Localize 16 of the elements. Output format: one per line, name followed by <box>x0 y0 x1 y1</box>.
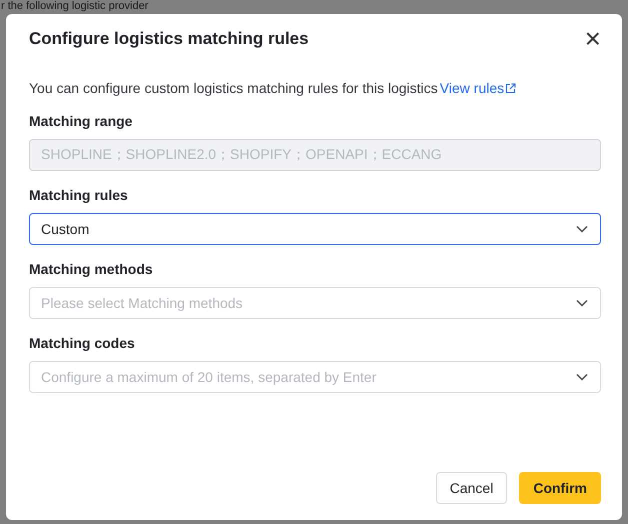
confirm-button[interactable]: Confirm <box>519 472 601 504</box>
external-link-icon <box>505 83 516 94</box>
field-label: Matching methods <box>29 261 154 277</box>
chevron-down-icon <box>576 299 588 307</box>
chevron-down-icon <box>576 225 588 233</box>
chevron-down-icon <box>576 373 588 381</box>
close-button[interactable]: × <box>584 29 601 49</box>
select-field[interactable]: Custom <box>29 213 601 245</box>
field-label: Matching rules <box>29 187 129 203</box>
view-rules-link[interactable]: View rules <box>440 80 516 96</box>
field-label: Matching codes <box>29 335 136 351</box>
field-label: Matching range <box>29 113 134 129</box>
background-text: r the following logistic provider <box>1 0 148 13</box>
dialog-title: Configure logistics matching rules <box>29 29 309 49</box>
description-text: You can configure custom logistics matching rules for this logisticsView rules <box>29 80 601 96</box>
cancel-button[interactable]: Cancel <box>436 472 508 504</box>
